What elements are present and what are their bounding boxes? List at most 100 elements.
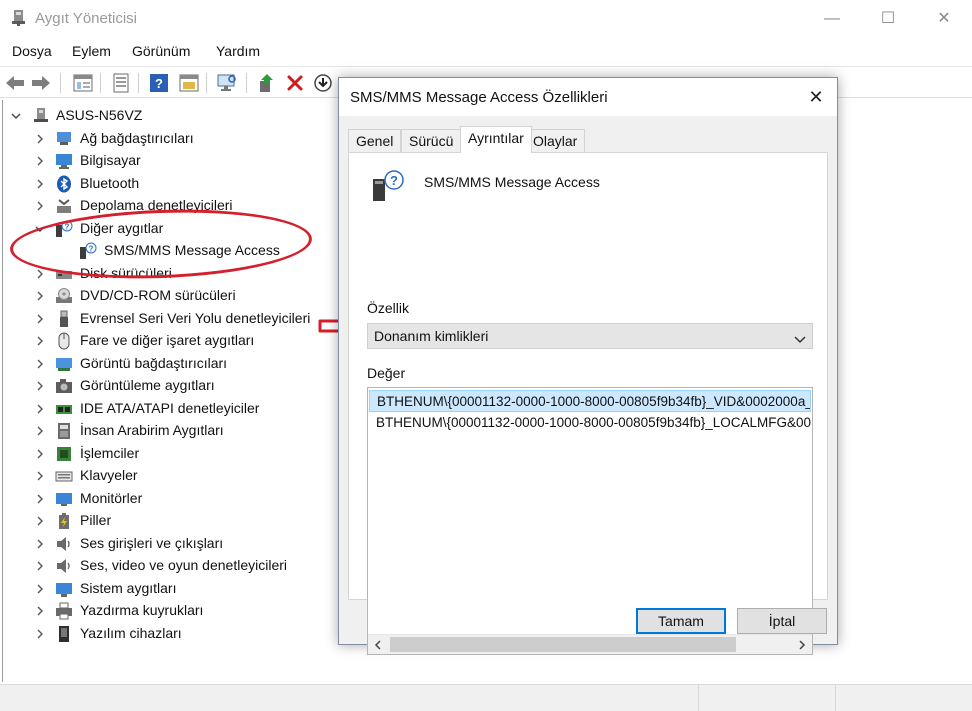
tree-item-batteries[interactable]: Piller <box>3 510 333 532</box>
unknown-device-icon: ? <box>79 242 97 260</box>
dialog-title-bar: SMS/MMS Message Access Özellikleri ✕ <box>339 78 837 116</box>
tree-item-ide-controllers[interactable]: IDE ATA/ATAPI denetleyiciler <box>3 398 333 420</box>
chevron-right-icon[interactable] <box>35 629 45 639</box>
tab-driver[interactable]: Sürücü <box>401 129 462 152</box>
back-arrow-icon[interactable] <box>4 72 26 94</box>
chevron-right-icon[interactable] <box>35 269 45 279</box>
document-icon[interactable] <box>110 72 132 94</box>
horizontal-scrollbar[interactable] <box>368 634 812 654</box>
tree-item-label: İnsan Arabirim Aygıtları <box>80 422 224 438</box>
tab-general[interactable]: Genel <box>348 129 402 152</box>
tab-details[interactable]: Ayrıntılar <box>460 126 532 153</box>
chevron-right-icon[interactable] <box>35 516 45 526</box>
download-icon[interactable] <box>312 72 334 94</box>
chevron-right-icon[interactable] <box>35 156 45 166</box>
tree-item-bluetooth[interactable]: Bluetooth <box>3 173 333 195</box>
tree-item-dvd-cd-rom-drives[interactable]: DVD/CD-ROM sürücüleri <box>3 285 333 307</box>
chevron-down-icon[interactable] <box>11 111 21 121</box>
chevron-right-icon[interactable] <box>35 134 45 144</box>
close-button[interactable]: ✕ <box>924 6 964 32</box>
chevron-right-icon[interactable] <box>35 494 45 504</box>
forward-arrow-icon[interactable] <box>30 72 52 94</box>
keyboard-icon <box>55 467 73 485</box>
chevron-right-icon[interactable] <box>35 179 45 189</box>
property-select[interactable]: Donanım kimlikleri <box>367 323 813 349</box>
scan-hardware-icon[interactable] <box>216 72 238 94</box>
toolbar-separator <box>60 73 61 93</box>
chevron-right-icon[interactable] <box>35 314 45 324</box>
property-select-value: Donanım kimlikleri <box>374 328 489 344</box>
tree-item-audio-inputs-outputs[interactable]: Ses girişleri ve çıkışları <box>3 533 333 555</box>
chevron-right-icon[interactable] <box>35 359 45 369</box>
chevron-right-icon[interactable] <box>35 449 45 459</box>
tree-item-monitors[interactable]: Monitörler <box>3 488 333 510</box>
chevron-right-icon[interactable] <box>35 291 45 301</box>
menu-action[interactable]: Eylem <box>72 43 111 59</box>
tree-item-processors[interactable]: İşlemciler <box>3 443 333 465</box>
tree-root-label: ASUS-N56VZ <box>56 107 143 123</box>
cancel-button[interactable]: İptal <box>737 608 827 634</box>
menu-view[interactable]: Görünüm <box>132 43 190 59</box>
tree-item-imaging-devices[interactable]: Görüntüleme aygıtları <box>3 375 333 397</box>
tree-item-disk-drives[interactable]: Disk sürücüleri <box>3 263 333 285</box>
properties-window-icon[interactable] <box>72 72 94 94</box>
help-icon[interactable]: ? <box>148 72 170 94</box>
tree-root[interactable]: ASUS-N56VZ <box>3 105 333 127</box>
tree-item-display-adapters[interactable]: Görüntü bağdaştırıcıları <box>3 353 333 375</box>
tree-item-network-adapters[interactable]: Ağ bağdaştırıcıları <box>3 128 333 150</box>
dialog-close-button[interactable]: ✕ <box>803 84 829 110</box>
network-adapter-icon <box>55 130 73 148</box>
tree-item-sound-video-game-controllers[interactable]: Ses, video ve oyun denetleyicileri <box>3 555 333 577</box>
chevron-right-icon[interactable] <box>35 404 45 414</box>
chevron-down-icon[interactable] <box>35 224 45 234</box>
tree-item-other-devices[interactable]: ? Diğer aygıtlar <box>3 218 333 240</box>
chevron-right-icon[interactable] <box>35 471 45 481</box>
menu-file[interactable]: Dosya <box>12 43 52 59</box>
minimize-button[interactable]: — <box>812 6 852 32</box>
tree-item-label: Bilgisayar <box>80 152 141 168</box>
tree-item-system-devices[interactable]: Sistem aygıtları <box>3 578 333 600</box>
software-device-icon <box>55 625 73 643</box>
tree-item-label: Klavyeler <box>80 467 138 483</box>
chevron-right-icon[interactable] <box>35 426 45 436</box>
tree-item-label: IDE ATA/ATAPI denetleyiciler <box>80 400 260 416</box>
uninstall-x-icon[interactable] <box>284 72 306 94</box>
view-window-icon[interactable] <box>178 72 200 94</box>
tree-item-keyboards[interactable]: Klavyeler <box>3 465 333 487</box>
chevron-right-icon[interactable] <box>35 606 45 616</box>
chevron-right-icon[interactable] <box>35 584 45 594</box>
toolbar-separator <box>246 73 247 93</box>
menu-help[interactable]: Yardım <box>216 43 260 59</box>
tree-item-computer[interactable]: Bilgisayar <box>3 150 333 172</box>
chevron-right-icon[interactable] <box>35 336 45 346</box>
chevron-right-icon[interactable] <box>35 201 45 211</box>
tree-item-label: Ses, video ve oyun denetleyicileri <box>80 557 288 573</box>
ok-button[interactable]: Tamam <box>636 608 726 634</box>
tree-item-human-interface-devices[interactable]: İnsan Arabirim Aygıtları <box>3 420 333 442</box>
tree-item-sms-mms-message-access[interactable]: ? SMS/MMS Message Access <box>3 240 333 262</box>
tab-events[interactable]: Olaylar <box>525 129 586 152</box>
title-bar: Aygıt Yöneticisi — ☐ ✕ <box>0 0 972 38</box>
tree-item-software-devices[interactable]: Yazılım cihazları <box>3 623 333 645</box>
svg-text:?: ? <box>390 173 398 188</box>
value-item[interactable]: BTHENUM\{00001132-0000-1000-8000-00805f9… <box>369 412 811 434</box>
tree-item-label: Görüntüleme aygıtları <box>80 377 215 393</box>
tree-item-print-queues[interactable]: Yazdırma kuyrukları <box>3 600 333 622</box>
tree-item-label: Yazdırma kuyrukları <box>80 602 204 618</box>
scroll-right-icon[interactable] <box>792 635 812 654</box>
maximize-button[interactable]: ☐ <box>868 6 908 32</box>
display-adapter-icon <box>55 355 73 373</box>
window-title: Aygıt Yöneticisi <box>35 10 138 27</box>
tree-item-storage-controllers[interactable]: Depolama denetleyicileri <box>3 195 333 217</box>
tree-item-mice[interactable]: Fare ve diğer işaret aygıtları <box>3 330 333 352</box>
ide-controller-icon <box>55 400 73 418</box>
device-name: SMS/MMS Message Access <box>424 174 600 190</box>
chevron-right-icon[interactable] <box>35 561 45 571</box>
scrollbar-thumb[interactable] <box>390 637 736 652</box>
tree-item-usb-controllers[interactable]: Evrensel Seri Veri Yolu denetleyicileri <box>3 308 333 330</box>
chevron-right-icon[interactable] <box>35 381 45 391</box>
update-driver-icon[interactable] <box>256 72 278 94</box>
chevron-right-icon[interactable] <box>35 539 45 549</box>
value-item-selected[interactable]: BTHENUM\{00001132-0000-1000-8000-00805f9… <box>369 390 811 412</box>
scroll-left-icon[interactable] <box>368 635 388 654</box>
